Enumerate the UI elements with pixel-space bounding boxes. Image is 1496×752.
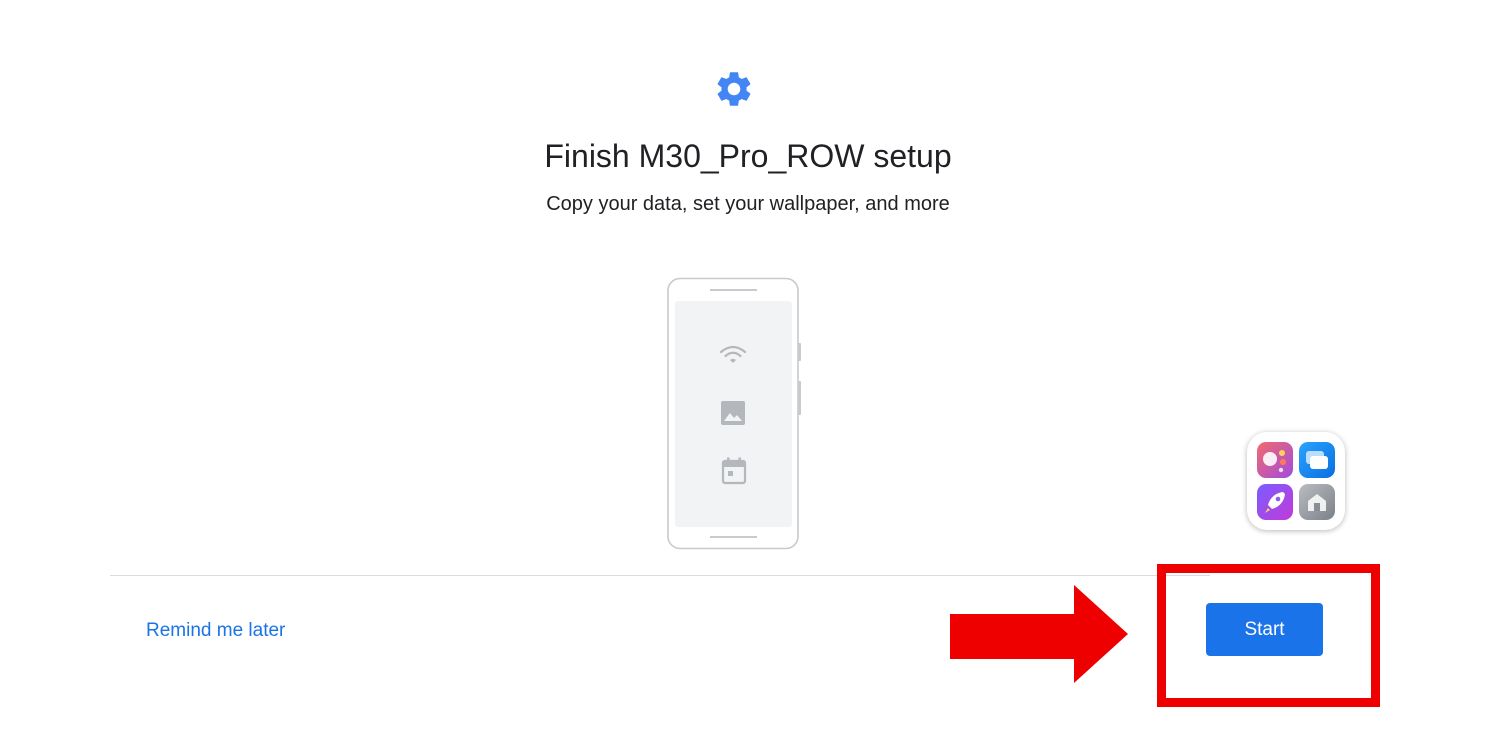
wifi-icon xyxy=(719,343,747,367)
rocket-app-icon[interactable] xyxy=(1257,484,1293,520)
remind-me-later-link[interactable]: Remind me later xyxy=(146,620,285,642)
calendar-icon xyxy=(721,457,747,485)
page-subtitle: Copy your data, set your wallpaper, and … xyxy=(546,193,950,215)
app-folder-widget[interactable] xyxy=(1247,432,1345,530)
annotation-highlight-box xyxy=(1157,564,1380,707)
image-icon xyxy=(720,400,746,426)
phone-illustration xyxy=(665,277,801,550)
gear-icon xyxy=(713,68,755,110)
page-title: Finish M30_Pro_ROW setup xyxy=(544,138,952,174)
annotation-arrow xyxy=(950,585,1130,685)
home-app-icon[interactable] xyxy=(1299,484,1335,520)
footer-divider xyxy=(110,575,1210,576)
assistant-app-icon[interactable] xyxy=(1257,442,1293,478)
cards-app-icon[interactable] xyxy=(1299,442,1335,478)
